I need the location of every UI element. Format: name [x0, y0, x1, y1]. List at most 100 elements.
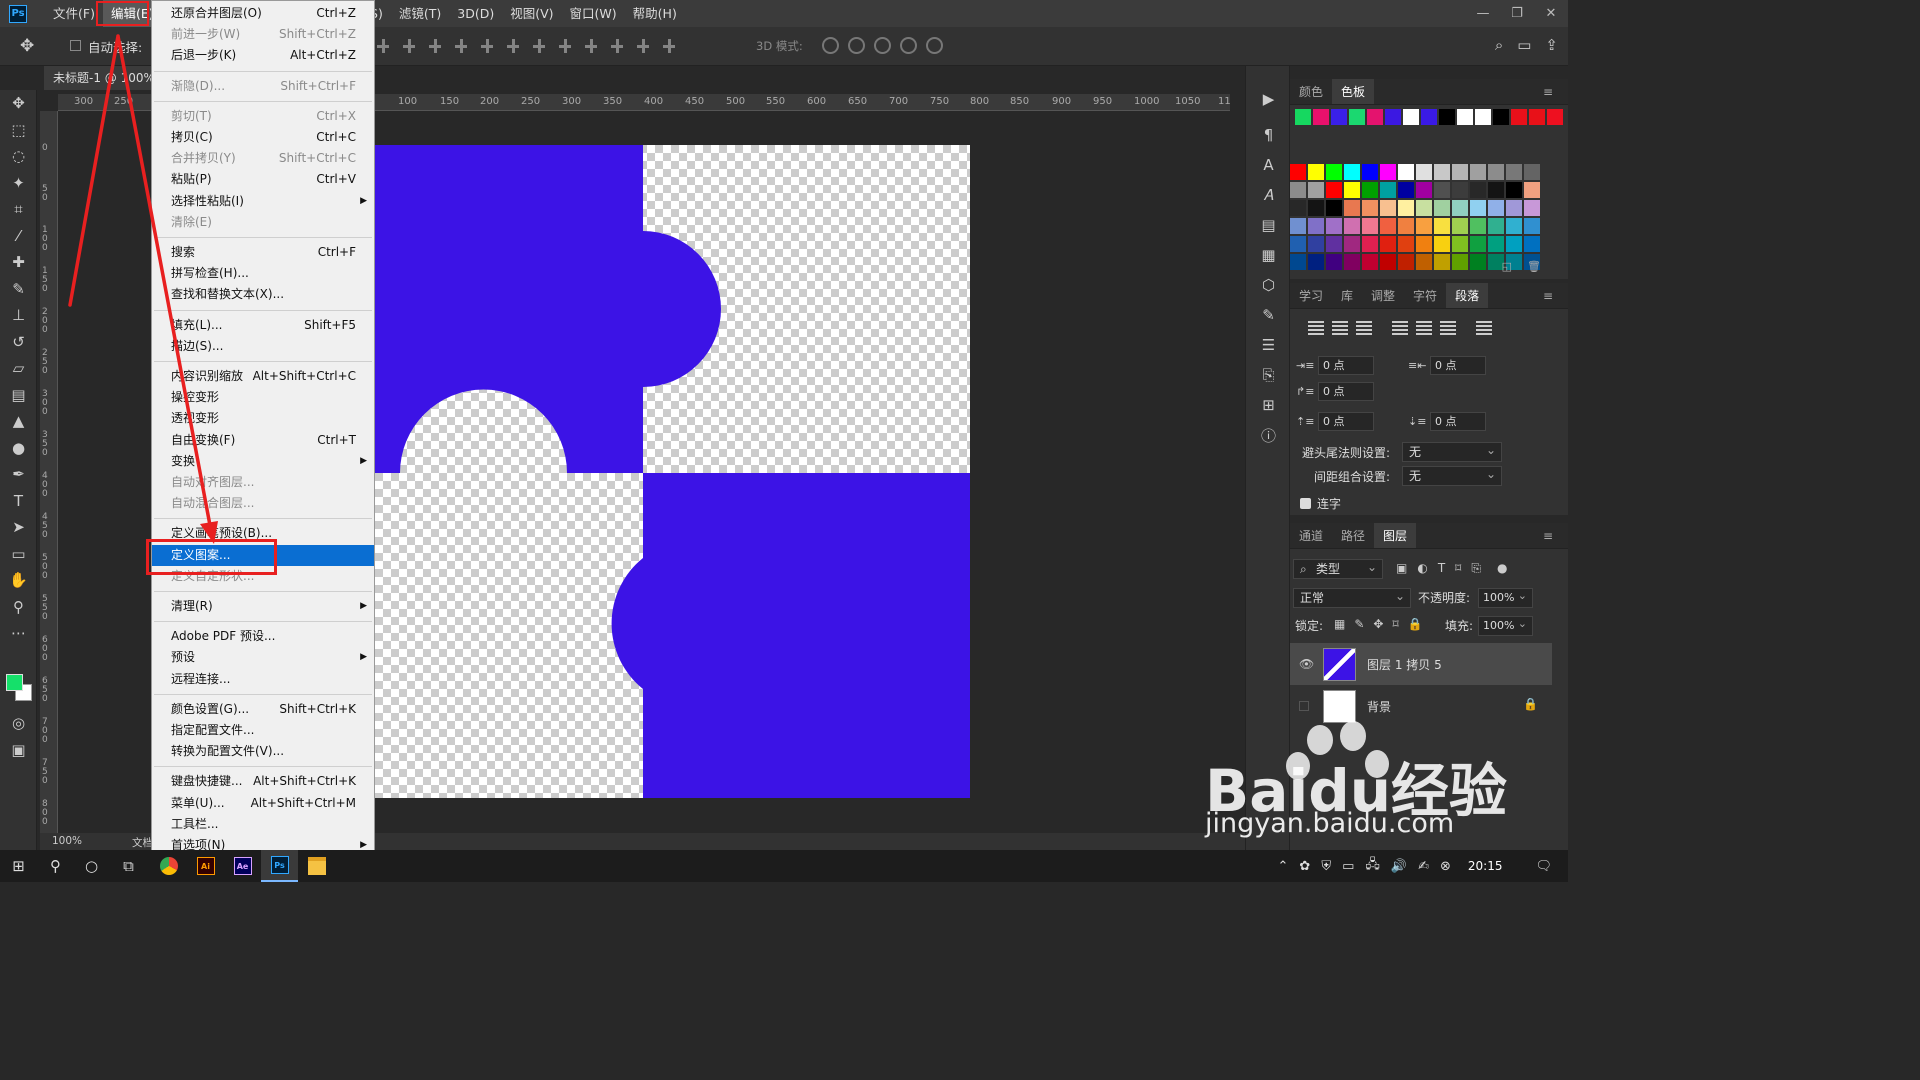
taskbar-app-aftereffects[interactable]: Ae — [224, 850, 261, 882]
edit-menu-item[interactable]: 拷贝(C) Ctrl+C — [152, 127, 374, 148]
edit-menu-item[interactable]: 颜色设置(G)... Shift+Ctrl+K — [152, 699, 374, 720]
distribute-vcenter-icon[interactable] — [531, 38, 547, 54]
panel-menu-icon[interactable]: ≡ — [1534, 283, 1562, 309]
edit-menu-item[interactable]: 清除(E) — [152, 212, 374, 233]
panel-menu-icon[interactable]: ≡ — [1534, 79, 1562, 105]
distribute-right-icon[interactable] — [635, 38, 651, 54]
pen-icon[interactable]: ✍ — [1418, 859, 1429, 874]
swatch[interactable] — [1308, 182, 1324, 198]
swatch[interactable] — [1452, 254, 1468, 270]
swatch[interactable] — [1488, 218, 1504, 234]
swatch[interactable] — [1331, 109, 1347, 125]
justify-all-icon[interactable] — [1476, 321, 1492, 335]
swatch[interactable] — [1344, 254, 1360, 270]
layer-name[interactable]: 图层 1 拷贝 5 — [1367, 656, 1442, 673]
swatch[interactable] — [1326, 200, 1342, 216]
edit-menu-item[interactable]: 搜索 Ctrl+F — [152, 242, 374, 263]
layer-name[interactable]: 背景 — [1367, 698, 1391, 715]
quick-mask-icon[interactable]: ◎ — [0, 710, 37, 737]
edit-menu-item[interactable]: 自动混合图层... — [152, 493, 374, 514]
swatch[interactable] — [1313, 109, 1329, 125]
swatch[interactable] — [1434, 218, 1450, 234]
swatch[interactable] — [1367, 109, 1383, 125]
3d-panel-icon[interactable]: ⬡ — [1246, 270, 1291, 300]
swatch[interactable] — [1434, 182, 1450, 198]
document-tab[interactable]: 未标题-1 @ 100% — [44, 66, 154, 90]
swatch[interactable] — [1434, 164, 1450, 180]
play-actions-icon[interactable]: ▶ — [1246, 84, 1291, 114]
swatch[interactable] — [1416, 218, 1432, 234]
edit-menu-item[interactable]: 剪切(T) Ctrl+X — [152, 106, 374, 127]
lock-position-icon[interactable]: ✥ — [1373, 617, 1383, 631]
swatch[interactable] — [1290, 182, 1306, 198]
edit-menu-item[interactable]: 键盘快捷键... Alt+Shift+Ctrl+K — [152, 771, 374, 792]
justify-last-right-icon[interactable] — [1440, 321, 1456, 335]
indent-left-field[interactable]: 0 点 — [1318, 356, 1374, 375]
swatch[interactable] — [1380, 164, 1396, 180]
taskbar-app-photoshop[interactable]: Ps — [261, 850, 298, 882]
swatch[interactable] — [1290, 164, 1306, 180]
edit-menu-item[interactable]: 选择性粘贴(I) ▶ — [152, 191, 374, 212]
swatch[interactable] — [1398, 236, 1414, 252]
eyedropper-tool-icon[interactable]: ⁄ — [0, 223, 37, 250]
swatch[interactable] — [1308, 254, 1324, 270]
volume-icon[interactable]: 🔊 — [1391, 859, 1407, 874]
layers-tab-2[interactable]: 图层 — [1374, 523, 1417, 548]
swatch[interactable] — [1344, 236, 1360, 252]
marquee-tool-icon[interactable]: ⬚ — [0, 117, 37, 144]
hand-tool-icon[interactable]: ✋ — [0, 567, 37, 594]
swatch[interactable] — [1457, 109, 1473, 125]
edit-menu-item[interactable]: 自由变换(F) Ctrl+T — [152, 430, 374, 451]
swatch[interactable] — [1470, 254, 1486, 270]
edit-menu-item[interactable]: 转换为配置文件(V)... — [152, 741, 374, 762]
swatch[interactable] — [1452, 200, 1468, 216]
opacity-field[interactable]: 100% — [1478, 587, 1533, 608]
swatch[interactable] — [1524, 236, 1540, 252]
lock-transparency-icon[interactable]: ▦ — [1334, 617, 1345, 631]
filter-adjustment-icon[interactable]: ◐ — [1417, 561, 1427, 576]
edit-menu-item[interactable]: Adobe PDF 预设... — [152, 626, 374, 647]
swatch[interactable] — [1511, 109, 1527, 125]
properties-panel-icon[interactable]: ☰ — [1246, 330, 1291, 360]
swatch[interactable] — [1344, 182, 1360, 198]
brush-tool-icon[interactable]: ✎ — [0, 276, 37, 303]
swatch[interactable] — [1452, 164, 1468, 180]
swatch[interactable] — [1434, 200, 1450, 216]
swatch[interactable] — [1416, 254, 1432, 270]
filter-type-icon[interactable]: T — [1438, 561, 1445, 576]
lasso-tool-icon[interactable]: ◌ — [0, 143, 37, 170]
zoom-level[interactable]: 100% — [52, 835, 82, 847]
tray-expand-icon[interactable]: ⌃ — [1278, 859, 1289, 874]
edit-menu-item[interactable]: 描边(S)... — [152, 336, 374, 357]
menu-item-7[interactable]: 3D(D) — [449, 0, 502, 27]
swatch[interactable] — [1493, 109, 1509, 125]
swatch[interactable] — [1416, 236, 1432, 252]
swatch[interactable] — [1380, 218, 1396, 234]
swatch[interactable] — [1344, 218, 1360, 234]
swatch[interactable] — [1416, 182, 1432, 198]
edit-menu-item[interactable]: 渐隐(D)... Shift+Ctrl+F — [152, 76, 374, 97]
swatch[interactable] — [1349, 109, 1365, 125]
paragraph-tab-2[interactable]: 调整 — [1362, 283, 1404, 308]
swatch[interactable] — [1362, 182, 1378, 198]
layer-row-copy5[interactable]: 👁 图层 1 拷贝 5 — [1290, 643, 1552, 685]
auto-align-icon[interactable] — [661, 38, 677, 54]
layer-lock-icon[interactable]: 🔒 — [1523, 697, 1538, 711]
crop-tool-icon[interactable]: ⌗ — [0, 196, 37, 223]
pen-tool-icon[interactable]: ✒ — [0, 461, 37, 488]
3d-pan-icon[interactable] — [874, 37, 891, 54]
cortana-icon[interactable]: ○ — [73, 850, 110, 882]
swatch[interactable] — [1362, 164, 1378, 180]
swatch[interactable] — [1421, 109, 1437, 125]
edit-menu-item[interactable]: 操控变形 — [152, 387, 374, 408]
swatch[interactable] — [1403, 109, 1419, 125]
swatch[interactable] — [1506, 182, 1522, 198]
taskbar-app-illustrator[interactable]: Ai — [187, 850, 224, 882]
panel-menu-icon[interactable]: ≡ — [1534, 523, 1562, 549]
document-canvas[interactable] — [375, 145, 970, 798]
swatch[interactable] — [1470, 218, 1486, 234]
gradient-tool-icon[interactable]: ▤ — [0, 382, 37, 409]
swatch[interactable] — [1380, 236, 1396, 252]
edit-menu-item[interactable]: 粘贴(P) Ctrl+V — [152, 169, 374, 190]
search-icon[interactable]: ⌕ — [1495, 36, 1503, 54]
